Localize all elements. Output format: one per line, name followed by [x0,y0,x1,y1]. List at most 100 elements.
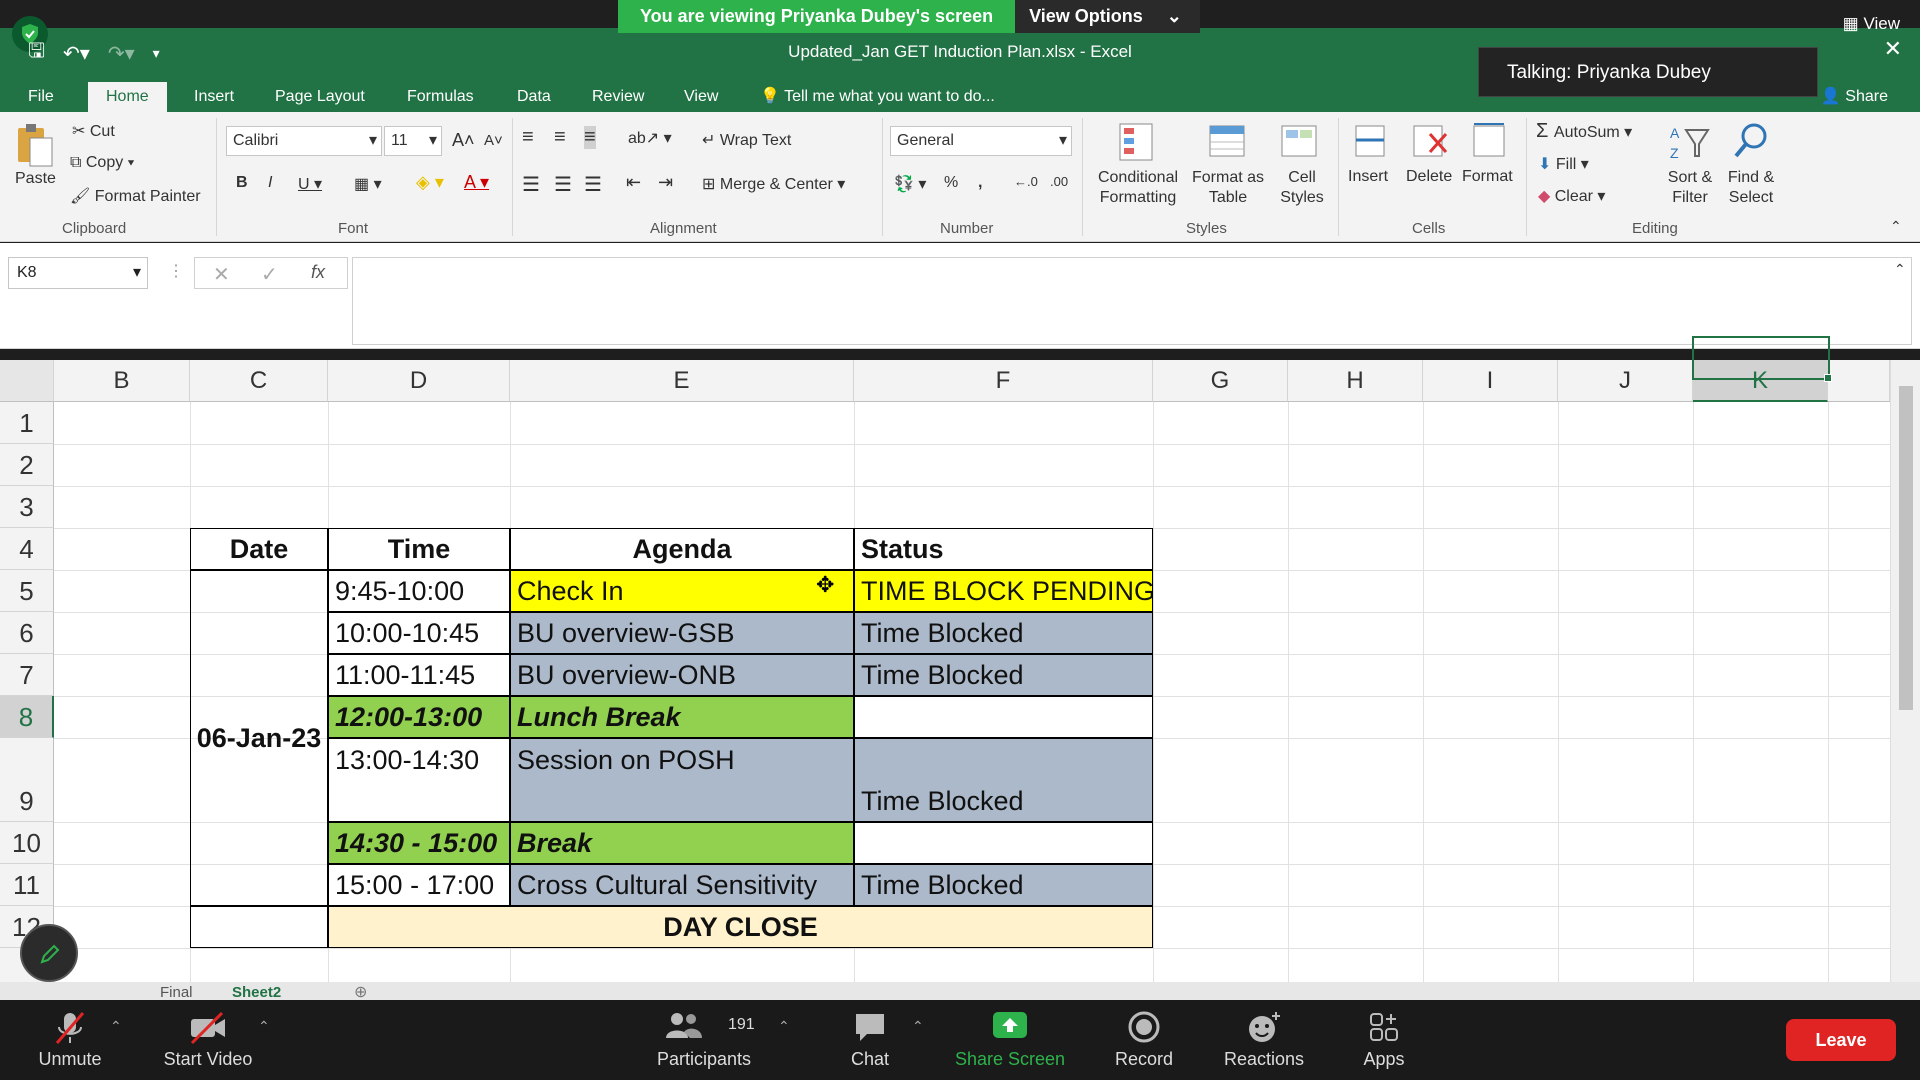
agenda-cell[interactable]: Check In [510,570,854,612]
wrap-text-button[interactable]: ↵ Wrap Text [702,130,791,150]
time-cell[interactable]: 10:00-10:45 [328,612,510,654]
empty-cell[interactable] [190,906,328,948]
close-icon[interactable]: ✕ [1884,36,1902,62]
bold-button[interactable]: B [236,174,248,192]
delete-cells-button[interactable]: Delete [1406,168,1452,186]
comma-icon[interactable]: , [978,174,982,192]
font-size-select[interactable]: 11 ▾ [384,126,442,156]
time-cell[interactable]: 12:00-13:00 [328,696,510,738]
format-cells-button[interactable]: Format [1462,168,1513,186]
column-header[interactable]: E [510,360,854,402]
agenda-cell[interactable]: BU overview-GSB [510,612,854,654]
paste-button[interactable]: Paste [15,170,56,188]
spreadsheet-grid[interactable]: B C D E F G H I J K 1 2 3 4 5 6 7 8 9 10… [0,360,1920,990]
day-close-cell[interactable]: DAY CLOSE [328,906,1153,948]
share-screen-button[interactable]: Share Screen [950,1000,1070,1080]
status-cell[interactable]: Time Blocked [854,654,1153,696]
row-header[interactable]: 10 [0,822,54,864]
agenda-cell[interactable]: Session on POSH [510,738,854,822]
date-cell[interactable]: 06-Jan-23 [190,570,328,906]
sheet-tab-final[interactable]: Final [160,984,193,1001]
column-header[interactable]: J [1558,360,1693,402]
underline-button[interactable]: U ▾ [298,174,322,194]
align-top-icon[interactable]: ≡ [522,126,534,149]
column-header[interactable]: G [1153,360,1288,402]
scrollbar-thumb[interactable] [1899,386,1913,710]
fill-handle[interactable] [1824,374,1832,382]
column-header[interactable]: B [54,360,190,402]
row-header[interactable]: 2 [0,444,54,486]
delete-cells-icon[interactable] [1410,122,1450,167]
header-status[interactable]: Status [854,528,1153,570]
row-header[interactable]: 9 [0,738,54,822]
cut-button[interactable]: ✂ Cut [72,121,115,141]
start-video-button[interactable]: Start Video [150,1000,266,1080]
font-name-select[interactable]: Calibri ▾ [226,126,382,156]
decrease-decimal-icon[interactable]: .00 [1050,174,1068,189]
vertical-scrollbar[interactable] [1890,360,1920,990]
column-header[interactable]: H [1288,360,1423,402]
conditional-formatting-button[interactable]: Conditional Formatting [1094,168,1182,208]
row-header[interactable]: 3 [0,486,54,528]
chat-button[interactable]: Chat [820,1000,920,1080]
formula-input[interactable] [352,257,1912,345]
cell-styles-button[interactable]: Cell Styles [1278,168,1326,208]
borders-icon[interactable]: ▦ ▾ [354,174,382,194]
row-header[interactable]: 4 [0,528,54,570]
tab-formulas[interactable]: Formulas [407,82,474,112]
column-header[interactable]: I [1423,360,1558,402]
header-time[interactable]: Time [328,528,510,570]
tab-review[interactable]: Review [592,82,644,112]
format-as-table-button[interactable]: Format as Table [1188,168,1268,208]
merge-center-button[interactable]: ⊞ Merge & Center ▾ [702,174,845,194]
name-box[interactable]: K8 ▾ [8,257,148,289]
view-options-button[interactable]: View Options ⌄ [1015,0,1200,33]
time-cell[interactable]: 14:30 - 15:00 [328,822,510,864]
row-header[interactable]: 8 [0,696,54,738]
time-cell[interactable]: 9:45-10:00 [328,570,510,612]
align-right-icon[interactable]: ☰ [584,172,602,197]
participants-button[interactable]: 191 Participants [648,1000,760,1080]
status-cell[interactable]: Time Blocked [854,864,1153,906]
row-header[interactable]: 1 [0,402,54,444]
align-center-icon[interactable]: ☰ [554,172,572,197]
insert-cells-icon[interactable] [1352,122,1388,167]
status-cell[interactable]: Time Blocked [854,612,1153,654]
increase-font-icon[interactable]: A˄ [452,130,475,151]
tab-page-layout[interactable]: Page Layout [275,82,365,112]
time-cell[interactable]: 13:00-14:30 [328,738,510,822]
share-button[interactable]: 👤 Share [1821,82,1888,112]
row-header[interactable]: 7 [0,654,54,696]
annotate-button[interactable] [20,924,78,982]
tab-data[interactable]: Data [517,82,551,112]
status-cell[interactable]: TIME BLOCK PENDING [854,570,1153,612]
increase-decimal-icon[interactable]: ←.0 [1014,174,1038,189]
status-cell[interactable]: Time Blocked [854,738,1153,822]
sort-filter-button[interactable]: Sort & Filter [1664,168,1716,208]
align-bottom-icon[interactable]: ≡ [584,126,596,149]
decrease-indent-icon[interactable]: ⇤ [626,172,641,193]
tab-insert[interactable]: Insert [194,82,234,112]
format-cells-icon[interactable] [1470,120,1510,167]
record-button[interactable]: Record [1094,1000,1194,1080]
agenda-cell[interactable]: BU overview-ONB [510,654,854,696]
time-cell[interactable]: 11:00-11:45 [328,654,510,696]
column-header[interactable]: D [328,360,510,402]
orientation-icon[interactable]: ab↗ ▾ [628,128,672,148]
reactions-button[interactable]: Reactions [1212,1000,1316,1080]
sort-filter-icon[interactable]: AZ [1668,122,1712,169]
expand-formula-icon[interactable]: ⌃ [1894,261,1906,278]
conditional-formatting-icon[interactable] [1118,122,1158,167]
number-format-select[interactable]: General ▾ [890,126,1072,156]
function-icon[interactable]: fx [311,262,325,283]
column-header[interactable]: F [854,360,1153,402]
header-agenda[interactable]: Agenda [510,528,854,570]
agenda-cell[interactable]: Lunch Break [510,696,854,738]
status-cell[interactable] [854,822,1153,864]
status-cell[interactable] [854,696,1153,738]
header-date[interactable]: Date [190,528,328,570]
font-color-icon[interactable]: A ▾ [464,172,489,193]
tell-me-box[interactable]: 💡 Tell me what you want to do... [760,82,995,112]
italic-button[interactable]: I [268,174,272,192]
align-left-icon[interactable]: ☰ [522,172,540,197]
